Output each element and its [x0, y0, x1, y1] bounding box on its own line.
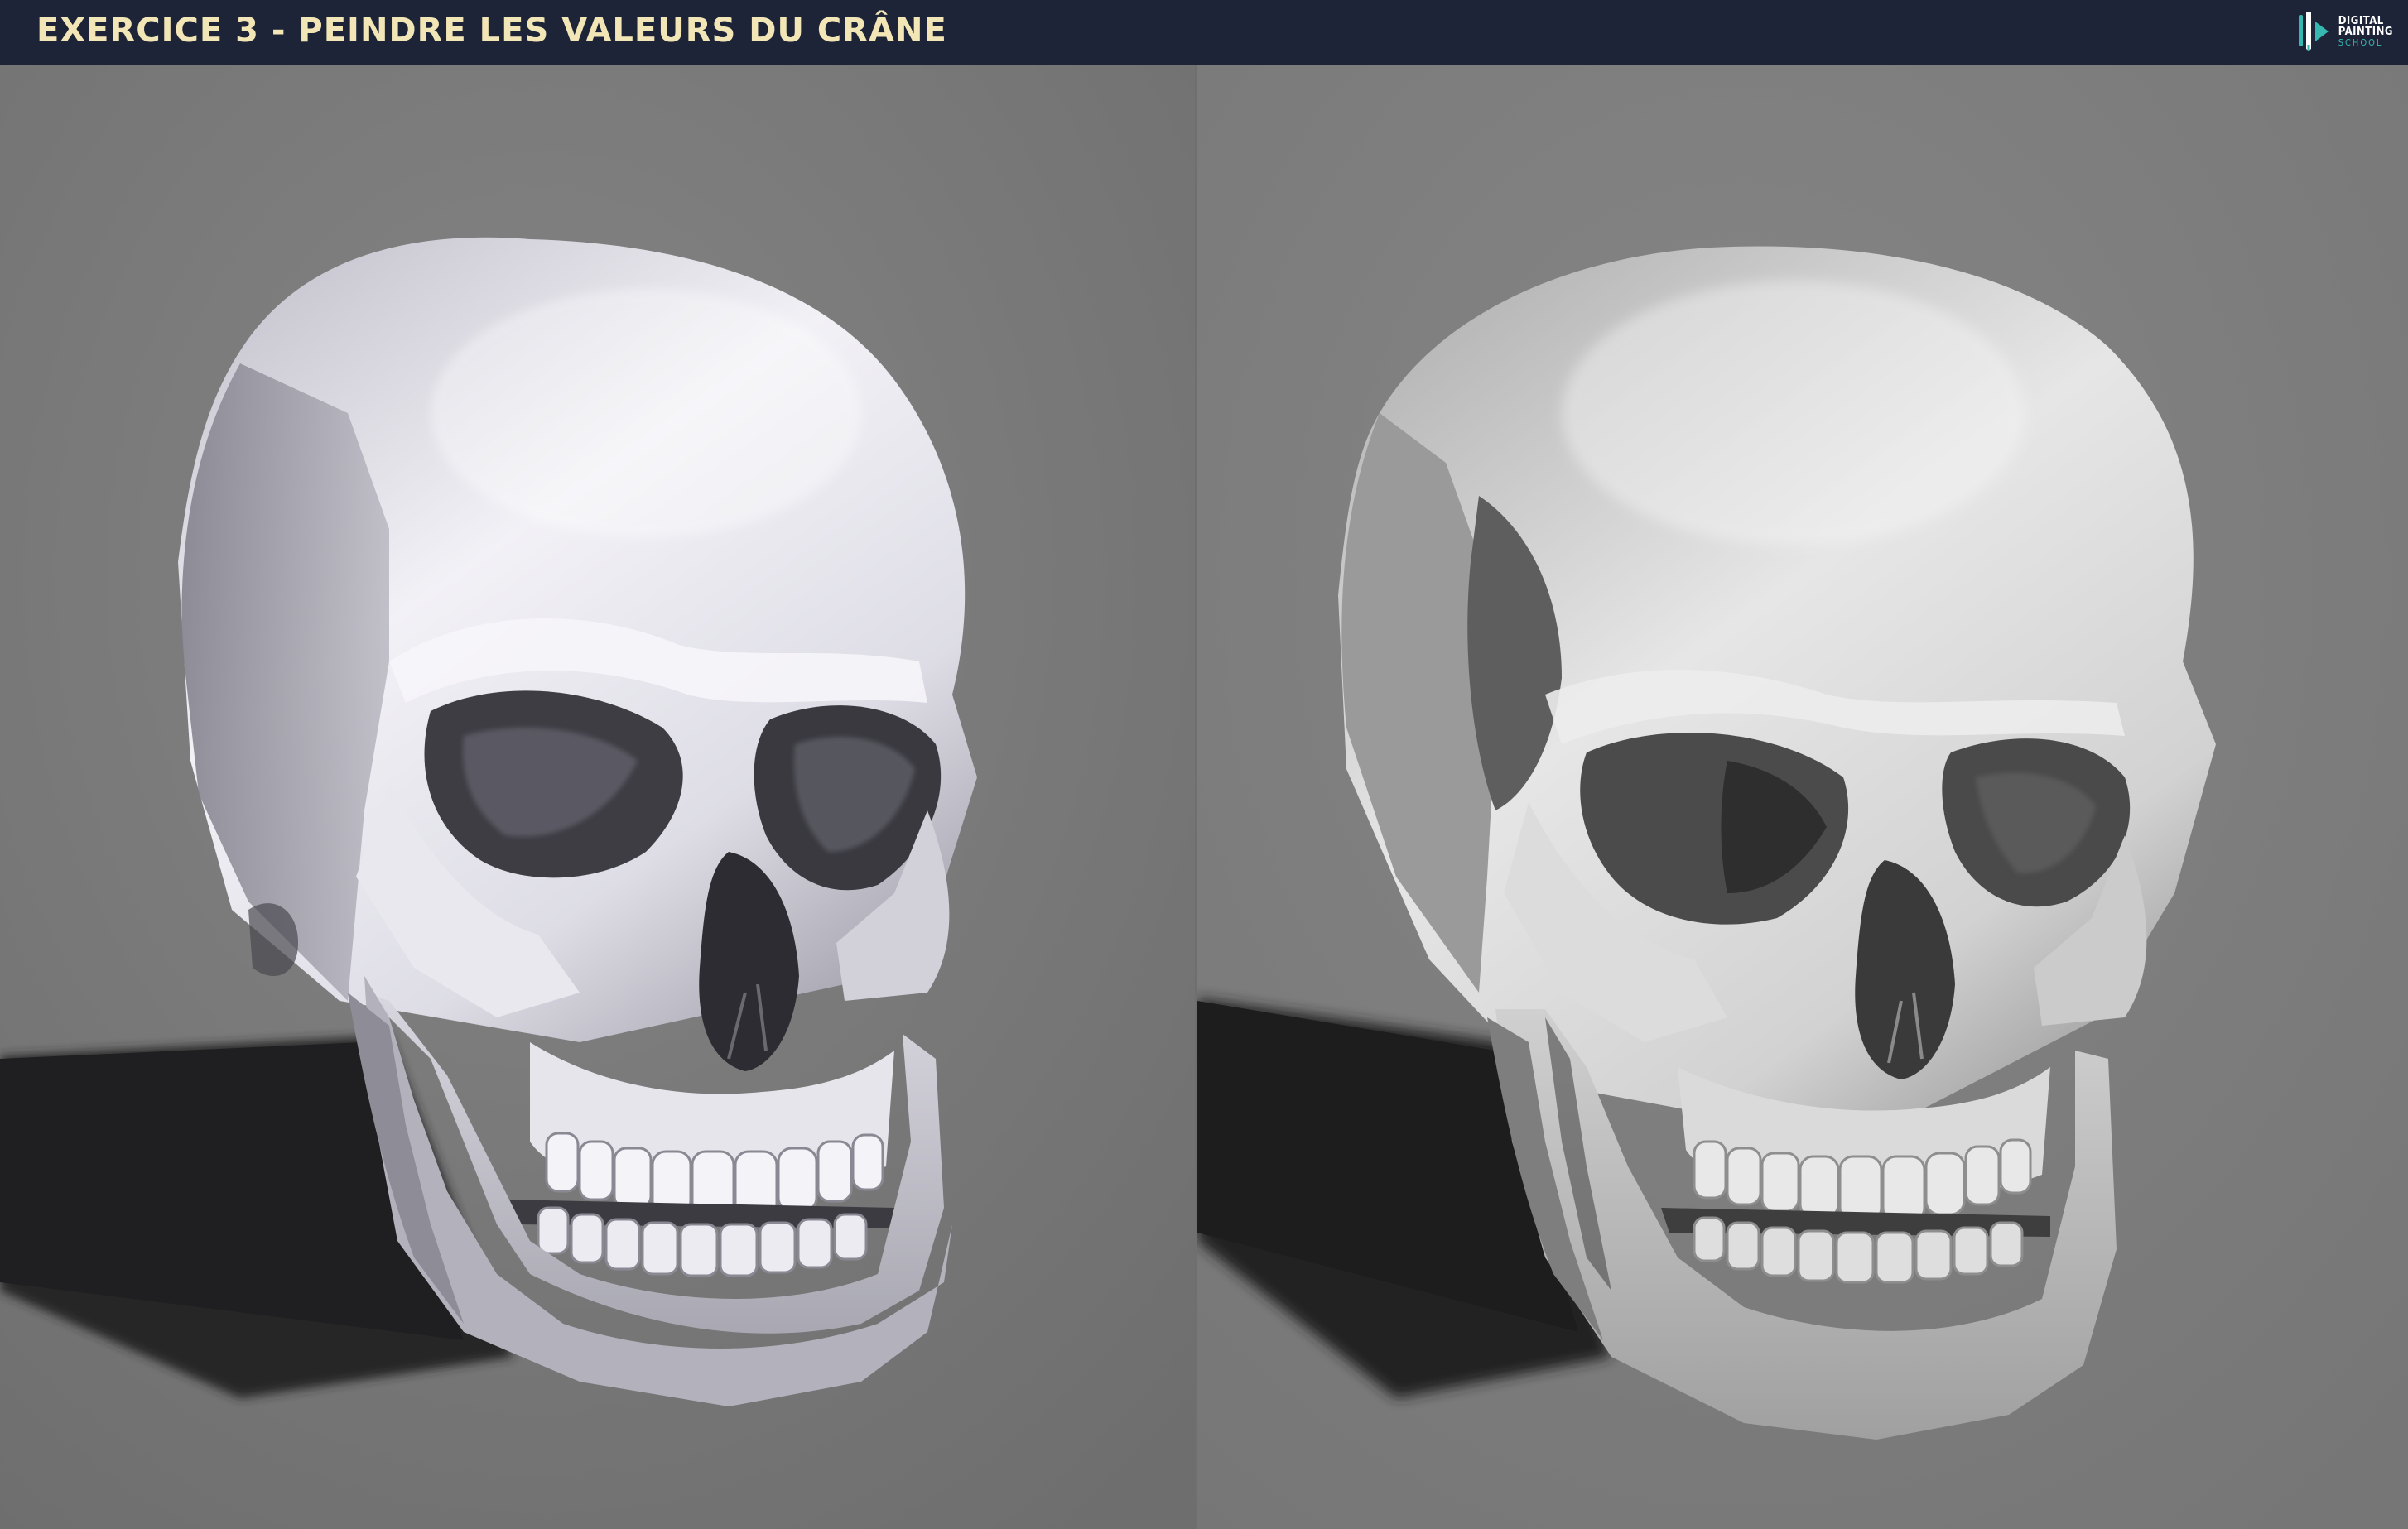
- logo-text-painting: PAINTING: [2338, 26, 2393, 38]
- logo-text-school: SCHOOL: [2338, 37, 2383, 48]
- reference-render-panel: [0, 65, 1196, 1529]
- header-bar: EXERCICE 3 - PEINDRE LES VALEURS DU CRÂN…: [0, 0, 2408, 65]
- skull-reference-image: [0, 65, 1196, 1529]
- page-title: EXERCICE 3 - PEINDRE LES VALEURS DU CRÂN…: [36, 12, 947, 50]
- brush-palette-logo-icon: [2298, 12, 2329, 51]
- digital-painting-school-logo: DIGITAL PAINTING SCHOOL: [2295, 10, 2393, 53]
- painted-study-panel: [1197, 65, 2408, 1529]
- skull-painting-image: [1197, 65, 2408, 1529]
